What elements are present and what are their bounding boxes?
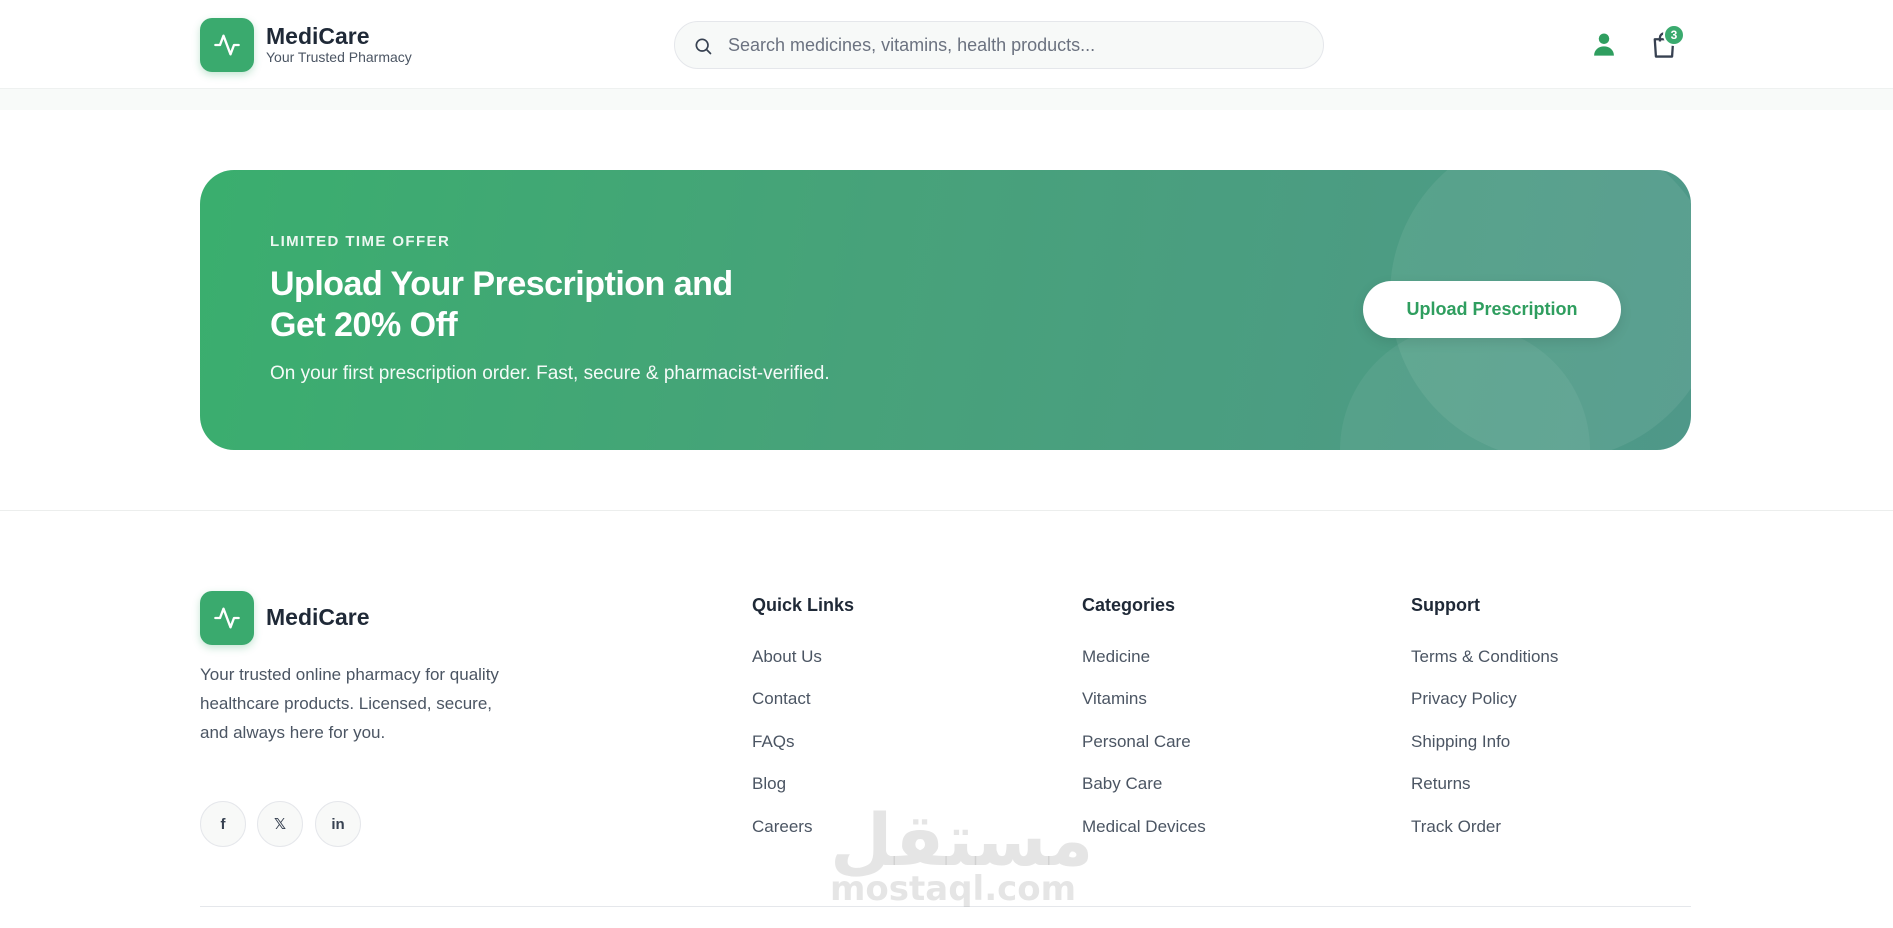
footer-divider: [0, 510, 1893, 511]
promo-banner: LIMITED TIME OFFER Upload Your Prescript…: [200, 170, 1691, 450]
footer-link-medical-devices[interactable]: Medical Devices: [1082, 817, 1206, 837]
linkedin-icon[interactable]: in: [315, 801, 361, 847]
brand-name[interactable]: MediCare: [266, 23, 370, 50]
search-icon: [695, 38, 712, 55]
footer-col-title-support: Support: [1411, 595, 1480, 615]
footer-description: Your trusted online pharmacy for quality…: [200, 665, 499, 742]
footer-link-privacy-policy[interactable]: Privacy Policy: [1411, 689, 1517, 709]
footer-logo[interactable]: [200, 591, 254, 645]
footer-link-personal-care[interactable]: Personal Care: [1082, 732, 1191, 752]
footer-col-title-categories: Categories: [1082, 595, 1176, 615]
footer-link-medicine[interactable]: Medicine: [1082, 647, 1150, 667]
footer-link-baby-care[interactable]: Baby Care: [1082, 774, 1162, 794]
footer-link-returns[interactable]: Returns: [1411, 774, 1471, 794]
facebook-icon[interactable]: f: [200, 801, 246, 847]
watermark-arabic: مستقل: [830, 798, 1094, 882]
footer-link-about-us[interactable]: About Us: [752, 647, 822, 667]
footer-link-careers[interactable]: Careers: [752, 817, 812, 837]
brand-tagline: Your Trusted Pharmacy: [266, 49, 412, 65]
footer-brand-name: MediCare: [266, 604, 370, 630]
watermark-latin: mostaql.com: [830, 869, 1077, 909]
banner-subtitle: On your first prescription order. Fast, …: [270, 363, 830, 384]
footer-link-vitamins[interactable]: Vitamins: [1082, 689, 1147, 709]
footer-link-blog[interactable]: Blog: [752, 774, 786, 794]
header-strip: [0, 89, 1893, 110]
footer-link-terms[interactable]: Terms & Conditions: [1411, 647, 1558, 667]
footer-link-shipping-info[interactable]: Shipping Info: [1411, 732, 1510, 752]
logo[interactable]: [200, 18, 254, 72]
upload-prescription-button[interactable]: Upload Prescription: [1363, 281, 1621, 338]
footer-col-title-quick-links: Quick Links: [752, 595, 855, 615]
search-bar[interactable]: [674, 21, 1324, 69]
banner-eyebrow: LIMITED TIME OFFER: [270, 233, 451, 250]
x-icon[interactable]: 𝕏: [257, 801, 303, 847]
watermark-logo: مستقل mostaql.com: [830, 798, 1094, 909]
user-icon[interactable]: [1590, 30, 1618, 58]
banner-title: Upload Your Prescription and Get 20% Off: [270, 265, 733, 344]
footer-link-contact[interactable]: Contact: [752, 689, 811, 709]
cart-badge: 3: [1663, 24, 1685, 46]
footer-link-faqs[interactable]: FAQs: [752, 732, 795, 752]
footer-link-track-order[interactable]: Track Order: [1411, 817, 1501, 837]
search-input[interactable]: [728, 22, 1308, 68]
pulse-icon: [214, 607, 240, 629]
pulse-icon: [214, 34, 240, 56]
